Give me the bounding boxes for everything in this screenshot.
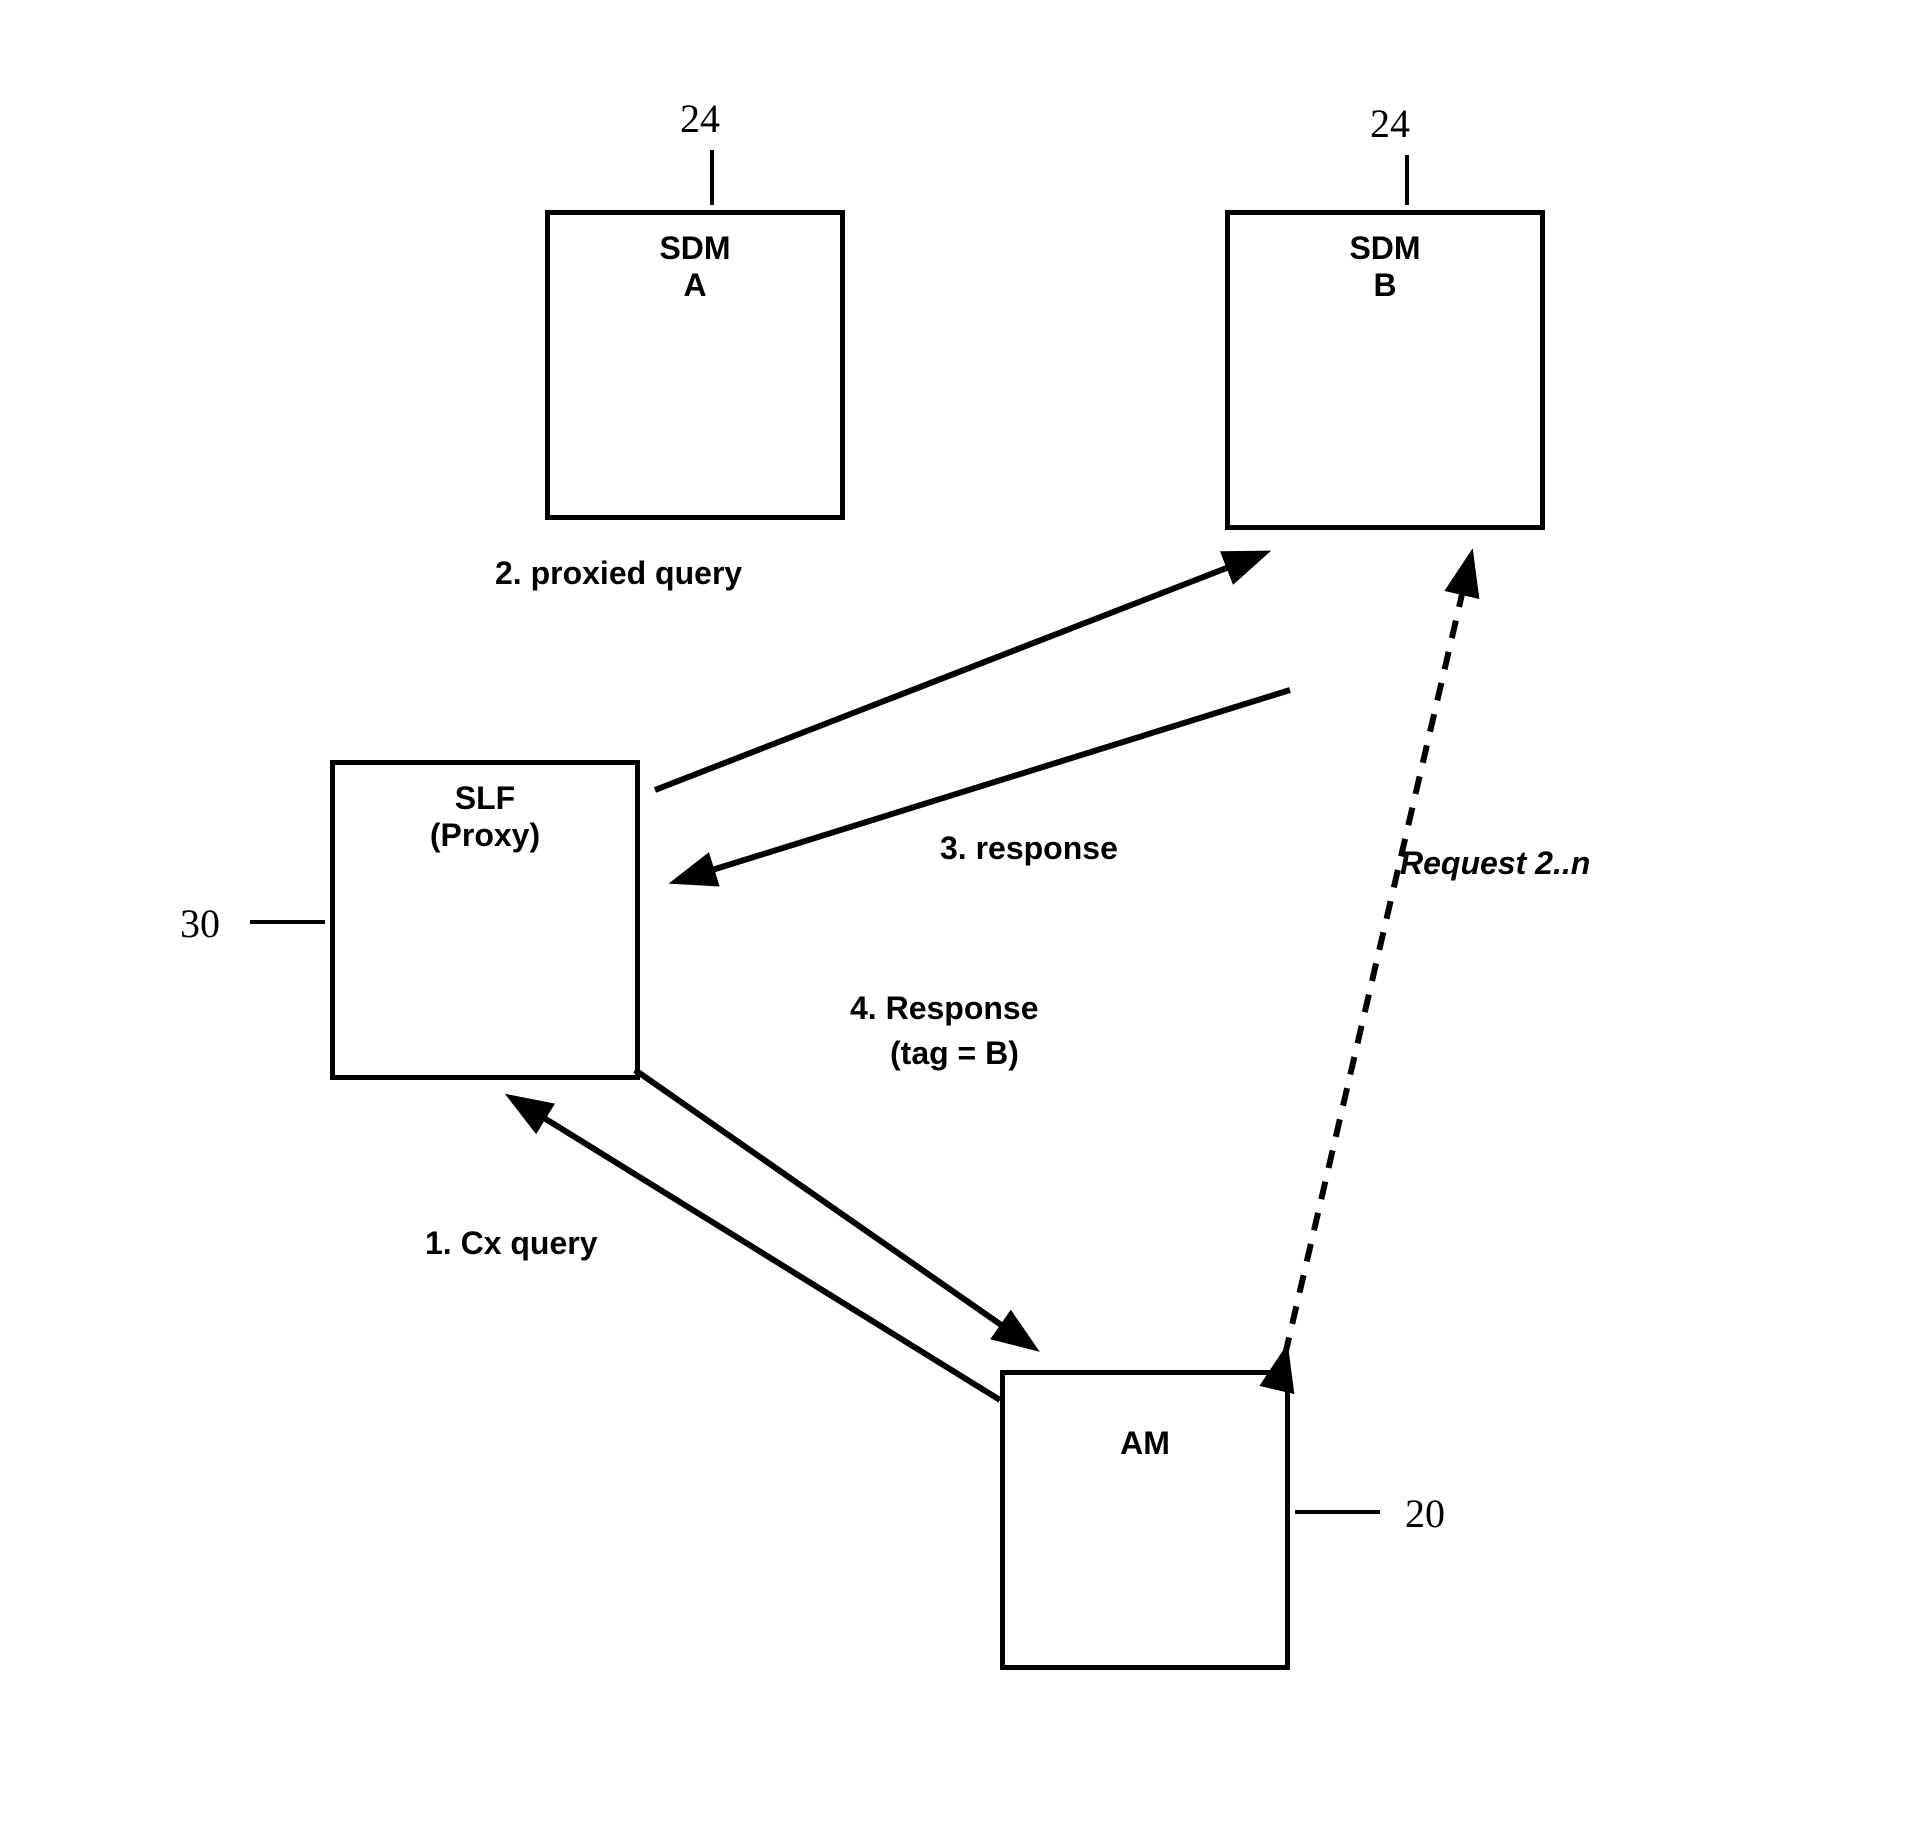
- ref-am: 20: [1405, 1490, 1445, 1537]
- box-sdm-b-line2: B: [1373, 267, 1396, 304]
- arrow-step2: [655, 555, 1260, 790]
- ref-slf: 30: [180, 900, 220, 947]
- box-sdm-a-line2: A: [683, 267, 706, 304]
- box-sdm-a: SDM A: [545, 210, 845, 520]
- label-request: Request 2..n: [1400, 845, 1590, 882]
- box-sdm-b-line1: SDM: [1349, 230, 1420, 267]
- box-sdm-b: SDM B: [1225, 210, 1545, 530]
- label-step2: 2. proxied query: [495, 555, 742, 592]
- label-step3: 3. response: [940, 830, 1118, 867]
- box-slf-line2: (Proxy): [430, 817, 540, 854]
- label-step4b: (tag = B): [890, 1035, 1019, 1072]
- arrow-request: [1285, 560, 1470, 1355]
- box-slf-line1: SLF: [455, 780, 515, 817]
- ref-sdm-b: 24: [1370, 100, 1410, 147]
- tick-sdm-a: [710, 150, 714, 205]
- tick-sdm-b: [1405, 155, 1409, 205]
- box-sdm-a-line1: SDM: [659, 230, 730, 267]
- tick-am: [1295, 1510, 1380, 1514]
- box-slf: SLF (Proxy): [330, 760, 640, 1080]
- ref-sdm-a: 24: [680, 95, 720, 142]
- tick-slf: [250, 920, 325, 924]
- label-step4a: 4. Response: [850, 990, 1039, 1027]
- arrows-layer: [0, 0, 1924, 1828]
- label-step1: 1. Cx query: [425, 1225, 598, 1262]
- box-am: AM: [1000, 1370, 1290, 1670]
- arrow-step4: [635, 1070, 1030, 1345]
- box-am-line1: AM: [1120, 1425, 1170, 1462]
